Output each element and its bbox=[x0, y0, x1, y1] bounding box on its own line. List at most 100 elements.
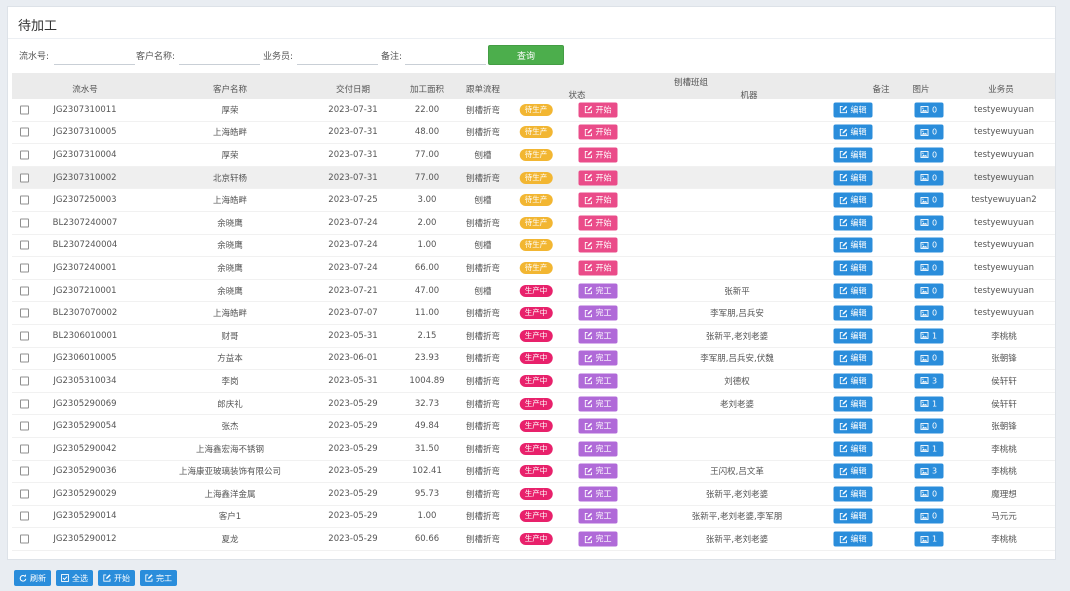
table-row[interactable]: JG2307310011 厚荣 2023-07-31 22.00 刨槽折弯 待生产 开始 编辑… bbox=[12, 99, 1055, 122]
row-checkbox[interactable] bbox=[20, 511, 29, 521]
row-checkbox[interactable] bbox=[20, 376, 29, 386]
start-button[interactable]: 开始 bbox=[578, 124, 618, 140]
picture-button[interactable]: 0 bbox=[914, 237, 944, 253]
finish-button[interactable]: 完工 bbox=[578, 463, 618, 479]
finish-button[interactable]: 完工 bbox=[578, 328, 618, 344]
edit-button[interactable]: 编辑 bbox=[833, 124, 873, 140]
select-all-button[interactable]: 全选 bbox=[56, 570, 93, 586]
finish-button[interactable]: 完工 bbox=[578, 396, 618, 412]
row-checkbox[interactable] bbox=[20, 421, 29, 431]
edit-button[interactable]: 编辑 bbox=[833, 463, 873, 479]
edit-button[interactable]: 编辑 bbox=[833, 260, 873, 276]
row-checkbox[interactable] bbox=[20, 127, 29, 137]
picture-button[interactable]: 0 bbox=[914, 508, 944, 524]
table-row[interactable]: BL2307240007 余晓鹰 2023-07-24 2.00 刨槽折弯 待生产 开始 编辑… bbox=[12, 212, 1055, 235]
edit-button[interactable]: 编辑 bbox=[833, 396, 873, 412]
start-all-button[interactable]: 开始 bbox=[98, 570, 135, 586]
edit-button[interactable]: 编辑 bbox=[833, 418, 873, 434]
finish-button[interactable]: 完工 bbox=[578, 305, 618, 321]
table-row[interactable]: BL2307240004 余晓鹰 2023-07-24 1.00 刨槽 待生产 开始 编辑 0 t… bbox=[12, 235, 1055, 258]
finish-button[interactable]: 完工 bbox=[578, 531, 618, 547]
picture-button[interactable]: 1 bbox=[914, 441, 944, 457]
picture-button[interactable]: 3 bbox=[914, 463, 944, 479]
row-checkbox[interactable] bbox=[20, 286, 29, 296]
picture-button[interactable]: 0 bbox=[914, 124, 944, 140]
table-row[interactable]: JG2307240001 余晓鹰 2023-07-24 66.00 刨槽折弯 待生产 开始 编… bbox=[12, 257, 1055, 280]
table-row[interactable]: JG2307310005 上海皓畔 2023-07-31 48.00 刨槽折弯 待生产 开始… bbox=[12, 122, 1055, 145]
edit-button[interactable]: 编辑 bbox=[833, 215, 873, 231]
edit-button[interactable]: 编辑 bbox=[833, 350, 873, 366]
picture-button[interactable]: 0 bbox=[914, 215, 944, 231]
picture-button[interactable]: 0 bbox=[914, 102, 944, 118]
picture-button[interactable]: 0 bbox=[914, 486, 944, 502]
row-checkbox[interactable] bbox=[20, 331, 29, 341]
start-button[interactable]: 开始 bbox=[578, 215, 618, 231]
finish-all-button[interactable]: 完工 bbox=[140, 570, 177, 586]
edit-button[interactable]: 编辑 bbox=[833, 147, 873, 163]
finish-button[interactable]: 完工 bbox=[578, 441, 618, 457]
table-row[interactable]: JG2305290036 上海康亚玻璃装饰有限公司 2023-05-29 102.41… bbox=[12, 461, 1055, 484]
edit-button[interactable]: 编辑 bbox=[833, 508, 873, 524]
edit-button[interactable]: 编辑 bbox=[833, 237, 873, 253]
edit-button[interactable]: 编辑 bbox=[833, 305, 873, 321]
edit-button[interactable]: 编辑 bbox=[833, 441, 873, 457]
finish-button[interactable]: 完工 bbox=[578, 418, 618, 434]
row-checkbox[interactable] bbox=[20, 399, 29, 409]
table-row[interactable]: JG2305310034 李岗 2023-05-31 1004.89 刨槽折弯 生产中 完工… bbox=[12, 370, 1055, 393]
table-row[interactable]: JG2307310002 北京轩杨 2023-07-31 77.00 刨槽折弯 待生产 开始… bbox=[12, 166, 1055, 190]
picture-button[interactable]: 0 bbox=[914, 418, 944, 434]
picture-button[interactable]: 0 bbox=[914, 350, 944, 366]
picture-button[interactable]: 0 bbox=[914, 305, 944, 321]
table-row[interactable]: JG2305290029 上海鑫洋金属 2023-05-29 95.73 刨槽折弯 生产中… bbox=[12, 483, 1055, 506]
start-button[interactable]: 开始 bbox=[578, 147, 618, 163]
remark-filter-input[interactable] bbox=[405, 47, 486, 65]
query-button[interactable]: 查询 bbox=[488, 45, 564, 65]
edit-button[interactable]: 编辑 bbox=[833, 328, 873, 344]
table-row[interactable]: JG2305290042 上海鑫宏海不锈钢 2023-05-29 31.50 刨槽折弯 生… bbox=[12, 438, 1055, 461]
table-row[interactable]: JG2305290069 郎庆礼 2023-05-29 32.73 刨槽折弯 生产中 完工 老… bbox=[12, 393, 1055, 416]
table-row[interactable]: JG2307310004 厚荣 2023-07-31 77.00 刨槽 待生产 开始 编辑 0 t… bbox=[12, 144, 1055, 167]
table-row[interactable]: JG2306010005 方益本 2023-06-01 23.93 刨槽折弯 生产中 完工 李… bbox=[12, 348, 1055, 371]
table-row[interactable]: JG2305290012 夏龙 2023-05-29 60.66 刨槽折弯 生产中 完工 张新… bbox=[12, 528, 1055, 551]
row-checkbox[interactable] bbox=[20, 173, 29, 183]
row-checkbox[interactable] bbox=[20, 534, 29, 544]
edit-button[interactable]: 编辑 bbox=[833, 283, 873, 299]
finish-button[interactable]: 完工 bbox=[578, 373, 618, 389]
picture-button[interactable]: 0 bbox=[914, 192, 944, 208]
start-button[interactable]: 开始 bbox=[578, 237, 618, 253]
row-checkbox[interactable] bbox=[20, 218, 29, 228]
row-checkbox[interactable] bbox=[20, 489, 29, 499]
row-checkbox[interactable] bbox=[20, 195, 29, 205]
salesman-filter-input[interactable] bbox=[297, 47, 378, 65]
row-checkbox[interactable] bbox=[20, 240, 29, 250]
table-row[interactable]: BL2307070002 上海皓畔 2023-07-07 11.00 刨槽折弯 生产中 完工… bbox=[12, 302, 1055, 325]
start-button[interactable]: 开始 bbox=[578, 260, 618, 276]
edit-button[interactable]: 编辑 bbox=[833, 192, 873, 208]
row-checkbox[interactable] bbox=[20, 105, 29, 115]
row-checkbox[interactable] bbox=[20, 353, 29, 363]
table-row[interactable]: JG2307210001 余晓鹰 2023-07-21 47.00 刨槽 生产中 完工 张新平… bbox=[12, 280, 1055, 303]
picture-button[interactable]: 1 bbox=[914, 531, 944, 547]
table-row[interactable]: JG2305290014 客户1 2023-05-29 1.00 刨槽折弯 生产中 完工 张新… bbox=[12, 506, 1055, 529]
row-checkbox[interactable] bbox=[20, 150, 29, 160]
picture-button[interactable]: 0 bbox=[914, 283, 944, 299]
table-row[interactable]: JG2305290054 张杰 2023-05-29 49.84 刨槽折弯 生产中 完工 编辑… bbox=[12, 415, 1055, 438]
picture-button[interactable]: 0 bbox=[914, 260, 944, 276]
finish-button[interactable]: 完工 bbox=[578, 486, 618, 502]
finish-button[interactable]: 完工 bbox=[578, 350, 618, 366]
start-button[interactable]: 开始 bbox=[578, 192, 618, 208]
edit-button[interactable]: 编辑 bbox=[833, 373, 873, 389]
picture-button[interactable]: 0 bbox=[914, 170, 944, 186]
edit-button[interactable]: 编辑 bbox=[833, 170, 873, 186]
refresh-button[interactable]: 刷新 bbox=[14, 570, 51, 586]
picture-button[interactable]: 1 bbox=[914, 328, 944, 344]
start-button[interactable]: 开始 bbox=[578, 102, 618, 118]
edit-button[interactable]: 编辑 bbox=[833, 531, 873, 547]
edit-button[interactable]: 编辑 bbox=[833, 486, 873, 502]
row-checkbox[interactable] bbox=[20, 444, 29, 454]
table-row[interactable]: BL2306010001 财哥 2023-05-31 2.15 刨槽折弯 生产中 完工 张新平… bbox=[12, 325, 1055, 348]
row-checkbox[interactable] bbox=[20, 263, 29, 273]
customer-filter-input[interactable] bbox=[179, 47, 260, 65]
row-checkbox[interactable] bbox=[20, 466, 29, 476]
finish-button[interactable]: 完工 bbox=[578, 508, 618, 524]
